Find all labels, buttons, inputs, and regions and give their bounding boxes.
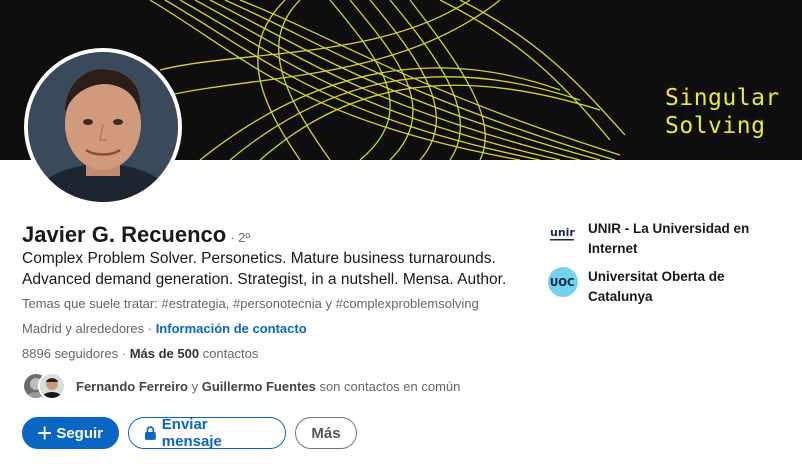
more-button-label: Más xyxy=(311,424,341,442)
mutual-suffix: son contactos en común xyxy=(315,378,461,394)
uoc-logo-icon: UOC xyxy=(548,267,578,297)
location-separator: · xyxy=(144,321,156,336)
stats-separator: · xyxy=(118,346,130,361)
profile-photo[interactable] xyxy=(28,52,178,202)
svg-text:unir: unir xyxy=(550,226,575,239)
profile-name: Javier G. Recuenco xyxy=(22,222,227,247)
follow-button[interactable]: Seguir xyxy=(22,417,119,449)
more-button[interactable]: Más xyxy=(295,417,357,449)
profile-headline: Complex Problem Solver. Personetics. Mat… xyxy=(22,250,507,288)
education-item-unir[interactable]: unir UNIR - La Universidad en Internet xyxy=(548,219,778,259)
name-row: Javier G. Recuenco · 2º xyxy=(22,222,250,248)
banner-text-line1: Singular xyxy=(665,85,780,111)
profile-photo-frame[interactable] xyxy=(24,48,182,206)
avatar-illustration xyxy=(28,52,178,202)
unir-logo-icon: unir xyxy=(548,219,578,249)
stats-row: 8896 seguidores · Más de 500 contactos xyxy=(22,346,258,361)
connections-count[interactable]: Más de 500 xyxy=(130,346,199,361)
education-name-unir: UNIR - La Universidad en Internet xyxy=(588,221,750,256)
mutual-avatar-2 xyxy=(38,372,66,400)
mutual-name-1[interactable]: Fernando Ferreiro xyxy=(76,379,188,394)
banner-text: Singular Solving xyxy=(665,84,780,140)
lock-icon xyxy=(144,426,156,440)
connections-label[interactable]: contactos xyxy=(199,346,259,361)
send-message-button-label: Enviar mensaje xyxy=(161,416,222,450)
mutual-name-2[interactable]: Guillermo Fuentes xyxy=(202,379,316,394)
mutual-connector: y xyxy=(187,378,202,394)
mutual-avatars xyxy=(22,372,68,400)
location-row: Madrid y alrededores · Información de co… xyxy=(22,321,307,336)
profile-topics: Temas que suele tratar: #estrategia, #pe… xyxy=(22,296,479,311)
education-name-uoc: Universitat Oberta de Catalunya xyxy=(588,269,725,304)
send-message-button[interactable]: Enviar mensaje xyxy=(128,416,286,450)
followers-count[interactable]: 8896 seguidores xyxy=(22,346,118,361)
education-item-uoc[interactable]: UOC Universitat Oberta de Catalunya xyxy=(548,267,778,307)
svg-text:UOC: UOC xyxy=(550,277,575,289)
profile-location: Madrid y alrededores xyxy=(22,321,145,336)
connection-degree: · 2º xyxy=(230,230,251,245)
mutual-connections[interactable]: Fernando Ferreiro y Guillermo Fuentes so… xyxy=(22,372,460,400)
banner-text-line2: Solving xyxy=(665,113,766,139)
profile-actions: Seguir Enviar mensaje Más xyxy=(22,416,357,450)
follow-button-label: Seguir xyxy=(56,424,103,442)
contact-info-link[interactable]: Información de contacto xyxy=(156,321,307,336)
plus-icon xyxy=(38,426,52,440)
